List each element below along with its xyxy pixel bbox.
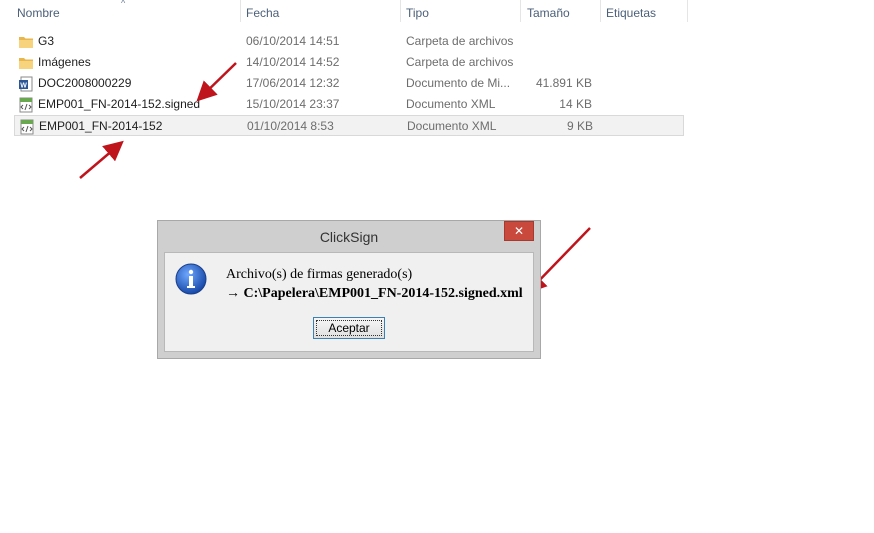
annotation-arrow <box>196 62 237 102</box>
info-icon <box>175 263 207 295</box>
accept-button[interactable]: Aceptar <box>313 317 385 339</box>
dialog-file-path: → C:\Papelera\EMP001_FN-2014-152.signed.… <box>226 286 523 301</box>
focus-rect <box>316 320 382 336</box>
dialog-title: ClickSign <box>319 229 379 245</box>
clicksign-dialog: ClickSign ✕ Archivo(s) de firmas generad… <box>157 220 541 359</box>
close-button[interactable]: ✕ <box>504 221 534 241</box>
dialog-message: Archivo(s) de firmas generado(s) <box>226 267 413 282</box>
dialog-body: Archivo(s) de firmas generado(s) → C:\Pa… <box>164 252 534 352</box>
annotation-arrow <box>79 140 124 179</box>
